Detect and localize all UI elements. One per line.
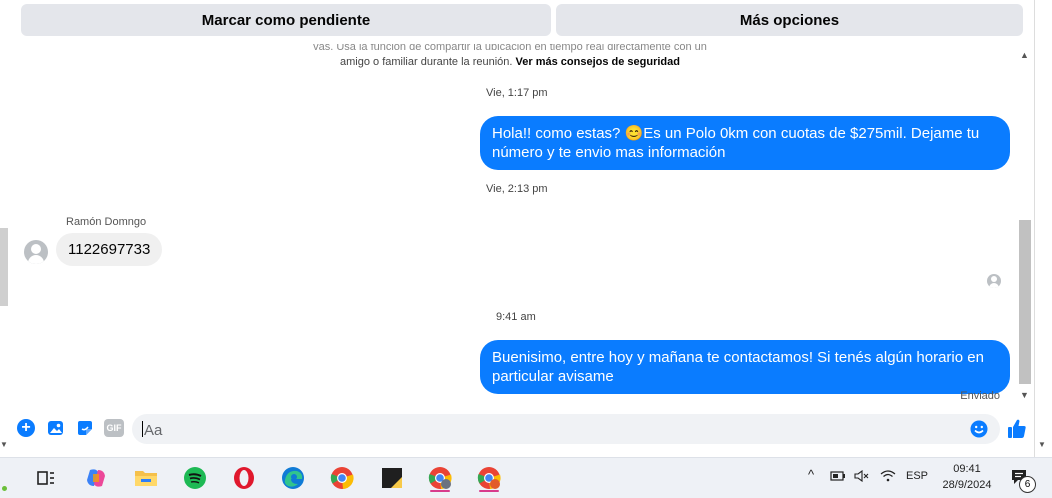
scrollbar-thumb[interactable]	[1019, 220, 1031, 384]
safety-notice-text: amigo o familiar durante la reunión.	[340, 56, 513, 68]
message-timestamp: Vie, 1:17 pm	[486, 87, 548, 99]
divider	[1034, 0, 1035, 457]
message-text: Hola!! como estas?	[492, 125, 625, 142]
clock-time: 09:41	[953, 463, 981, 475]
active-app-indicator	[430, 490, 450, 492]
sender-name: Ramón Domngo	[66, 216, 147, 228]
notification-count-badge: 6	[1019, 476, 1036, 493]
message-status: Enviado	[960, 390, 1000, 402]
file-explorer-icon[interactable]	[132, 464, 160, 492]
like-icon[interactable]	[1006, 418, 1028, 440]
left-scroll-track[interactable]	[0, 228, 8, 306]
safety-tips-link[interactable]: Ver más consejos de seguridad	[516, 56, 680, 68]
status-dot-icon	[2, 486, 7, 491]
message-composer: + GIF	[10, 408, 1034, 448]
clock-date: 28/9/2024	[942, 479, 992, 491]
chrome-profile-icon[interactable]	[426, 464, 454, 492]
image-icon[interactable]	[47, 419, 65, 437]
message-input-container[interactable]	[132, 414, 1000, 446]
wifi-icon[interactable]	[880, 470, 896, 485]
windows-taskbar: ^ ESP 09:41 28/9/2024 6	[0, 457, 1052, 498]
scroll-down-arrow-icon[interactable]: ▼	[1020, 390, 1029, 400]
active-app-indicator	[479, 490, 499, 492]
copilot-icon[interactable]	[82, 464, 110, 492]
plus-icon[interactable]: +	[17, 419, 35, 437]
input-language-indicator[interactable]: ESP	[906, 470, 928, 482]
sticky-notes-icon[interactable]	[378, 464, 406, 492]
message-text: Buenisimo, entre hoy y mañana te contact…	[492, 349, 984, 385]
window-edge: ▼	[1034, 0, 1052, 457]
task-view-icon[interactable]	[32, 464, 60, 492]
safety-notice: vas. Usa la función de compartir la ubic…	[280, 44, 740, 70]
opera-icon[interactable]	[230, 464, 258, 492]
show-hidden-icons-chevron-icon[interactable]: ^	[808, 467, 814, 482]
message-thread: vas. Usa la función de compartir la ubic…	[10, 44, 1016, 406]
read-receipt-avatar	[987, 274, 1001, 288]
outgoing-message-bubble[interactable]: Hola!! como estas? 😊Es un Polo 0km con c…	[480, 116, 1010, 170]
incoming-message-bubble[interactable]: 1122697733	[56, 233, 163, 266]
volume-muted-icon[interactable]	[854, 469, 870, 485]
message-text: 1122697733	[68, 241, 151, 258]
chrome-icon[interactable]	[328, 464, 356, 492]
battery-icon[interactable]	[830, 470, 846, 485]
outgoing-message-bubble[interactable]: Buenisimo, entre hoy y mañana te contact…	[480, 340, 1010, 394]
message-input[interactable]	[142, 414, 966, 446]
safety-notice-line: amigo o familiar durante la reunión. Ver…	[280, 55, 740, 70]
thread-scrollbar[interactable]: ▲ ▼	[1016, 44, 1034, 406]
edge-icon[interactable]	[279, 464, 307, 492]
smiling-face-emoji-icon: 😊	[624, 125, 644, 142]
message-timestamp: 9:41 am	[496, 311, 536, 323]
chrome-profile-icon[interactable]	[475, 464, 503, 492]
message-timestamp: Vie, 2:13 pm	[486, 183, 548, 195]
spotify-icon[interactable]	[181, 464, 209, 492]
system-clock[interactable]: 09:41 28/9/2024	[940, 461, 994, 493]
sticker-icon[interactable]	[76, 419, 94, 437]
mark-as-pending-button[interactable]: Marcar como pendiente	[21, 4, 551, 36]
contact-avatar[interactable]	[24, 240, 48, 264]
conversation-actions-bar: Marcar como pendiente Más opciones	[10, 0, 1034, 44]
safety-notice-text-partial: vas. Usa la función de compartir la ubic…	[313, 44, 707, 53]
gif-icon[interactable]: GIF	[104, 419, 124, 437]
emoji-icon[interactable]	[970, 420, 988, 438]
page-scroll-down-icon[interactable]: ▼	[1038, 440, 1046, 449]
left-scroll-strip: ▼	[0, 0, 10, 457]
messenger-window: ▼ Marcar como pendiente Más opciones vas…	[0, 0, 1052, 457]
more-options-button[interactable]: Más opciones	[556, 4, 1023, 36]
scroll-down-arrow-icon[interactable]: ▼	[0, 440, 8, 449]
scroll-up-arrow-icon[interactable]: ▲	[1020, 50, 1029, 60]
